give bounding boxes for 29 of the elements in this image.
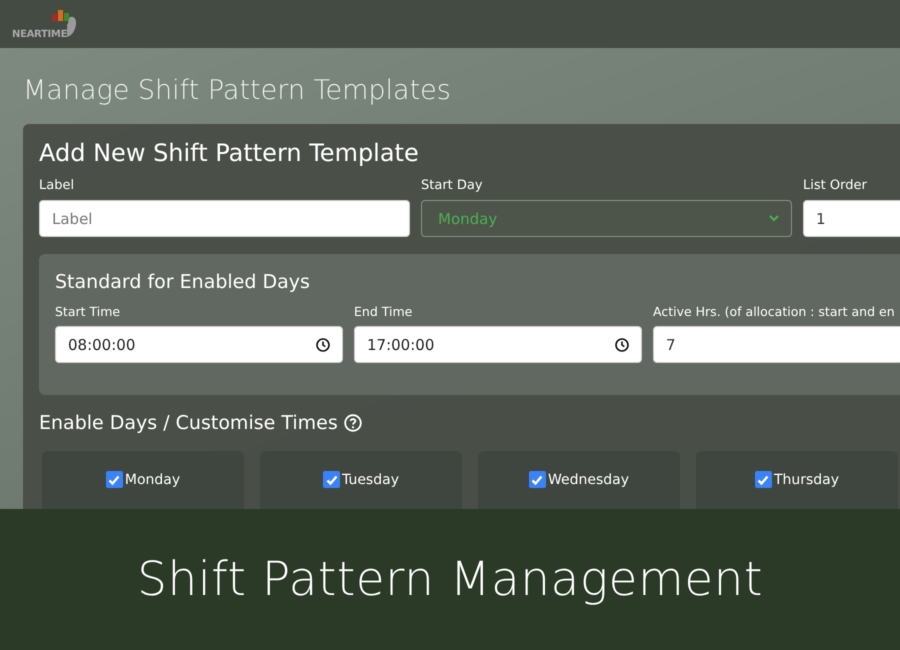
panel-title: Standard for Enabled Days: [55, 270, 311, 294]
time-input[interactable]: 17:00:00: [354, 326, 642, 363]
clock-icon: [316, 338, 330, 352]
page-title: Manage Shift Pattern Templates: [23, 74, 452, 108]
field-label: Active Hrs. (of allocation : start and en: [653, 304, 895, 320]
day-checkbox[interactable]: [754, 471, 772, 488]
field-label: Start Day: [421, 178, 483, 194]
field-label: List Order: [803, 178, 867, 194]
day-label: Monday: [124, 472, 180, 488]
day-checkbox[interactable]: [528, 471, 546, 488]
day-label: Wednesday: [548, 472, 630, 488]
day-checkbox[interactable]: [106, 471, 123, 488]
field-label: Label: [39, 178, 74, 194]
field-label: End Time: [354, 304, 412, 320]
day-label: Tuesday: [342, 472, 399, 488]
field-label: Start Time: [55, 304, 120, 320]
section-title: Enable Days / Customise Times: [39, 411, 338, 435]
chevron-down-icon: [769, 215, 779, 222]
label-input[interactable]: Label: [39, 200, 410, 237]
logo[interactable]: NEARTIME: [12, 7, 78, 41]
card-title: Add New Shift Pattern Template: [39, 138, 420, 168]
list-order-input[interactable]: 1: [803, 200, 900, 237]
active-hours-input[interactable]: 7: [653, 326, 900, 363]
help-icon[interactable]: [344, 414, 362, 432]
clock-icon: [615, 338, 629, 352]
day-checkbox[interactable]: [323, 471, 340, 488]
time-input[interactable]: 08:00:00: [55, 326, 343, 363]
day-label: Thursday: [774, 472, 840, 488]
banner-title: Shift Pattern Management: [137, 552, 763, 607]
